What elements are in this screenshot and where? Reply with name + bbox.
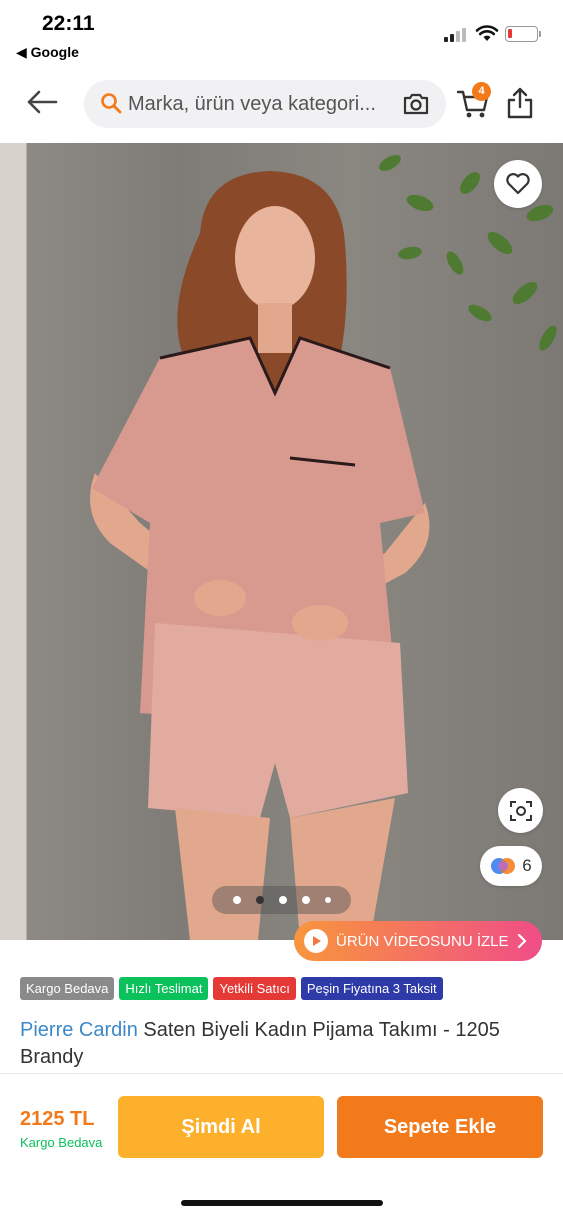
price: 2125 TL — [20, 1108, 95, 1130]
product-image[interactable]: 6 — [0, 143, 563, 940]
chevron-right-icon — [517, 934, 526, 948]
price-block: 2125 TL Kargo Bedava — [20, 1108, 102, 1150]
slide-dot[interactable] — [301, 896, 310, 904]
slide-indicator — [212, 886, 351, 914]
search-input[interactable]: Marka, ürün veya kategori... — [128, 93, 393, 116]
back-button[interactable] — [24, 84, 60, 120]
color-options-count: 6 — [522, 856, 532, 875]
battery-icon — [505, 26, 541, 42]
cellular-signal-icon — [444, 28, 470, 42]
status-bar: 22:11 ◀ Google — [0, 0, 563, 72]
shipping-info: Kargo Bedava — [20, 1135, 103, 1150]
slide-dot[interactable] — [278, 896, 287, 904]
badge-installments: Peşin Fiyatına 3 Taksit — [300, 977, 443, 1000]
search-icon — [101, 93, 122, 114]
share-icon — [507, 87, 533, 119]
play-icon — [304, 929, 328, 953]
arrow-left-icon — [27, 90, 58, 114]
slide-dot-active[interactable] — [255, 896, 264, 904]
badge-free-shipping: Kargo Bedava — [20, 977, 115, 1000]
status-time: 22:11 — [42, 12, 95, 35]
badge-fast-delivery: Hızlı Teslimat — [119, 977, 209, 1000]
divider — [0, 1073, 563, 1074]
badge-authorized-seller: Yetkili Satıcı — [213, 977, 296, 1000]
heart-icon — [506, 173, 530, 195]
wifi-icon — [475, 24, 499, 47]
color-options-icon — [491, 858, 516, 874]
color-options-button[interactable]: 6 — [480, 846, 542, 886]
product-title: Pierre Cardin Saten Biyeli Kadın Pijama … — [20, 1017, 540, 1071]
cart-count-badge: 4 — [472, 82, 491, 101]
add-to-cart-button[interactable]: Sepete Ekle — [337, 1096, 543, 1158]
home-indicator[interactable] — [181, 1200, 383, 1206]
battery-level — [508, 29, 512, 38]
visual-search-icon — [509, 800, 532, 821]
visual-search-button[interactable] — [498, 788, 543, 833]
back-to-google-link[interactable]: ◀ Google — [16, 44, 79, 61]
buy-now-button[interactable]: Şimdi Al — [118, 1096, 324, 1158]
slide-dot[interactable] — [324, 897, 331, 903]
share-button[interactable] — [506, 86, 534, 120]
favorite-button[interactable] — [494, 160, 542, 208]
watch-video-label: ÜRÜN VİDEOSUNU İZLE — [336, 932, 509, 950]
search-bar[interactable]: Marka, ürün veya kategori... — [84, 80, 446, 128]
watch-video-button[interactable]: ÜRÜN VİDEOSUNU İZLE — [294, 921, 542, 961]
badge-row: Kargo Bedava Hızlı Teslimat Yetkili Satı… — [20, 977, 443, 1000]
header: Marka, ürün veya kategori... 4 — [0, 72, 563, 142]
camera-search-icon[interactable] — [402, 91, 430, 117]
brand-link[interactable]: Pierre Cardin — [20, 1019, 138, 1041]
slide-dot[interactable] — [232, 896, 241, 904]
product-photo — [90, 155, 557, 940]
